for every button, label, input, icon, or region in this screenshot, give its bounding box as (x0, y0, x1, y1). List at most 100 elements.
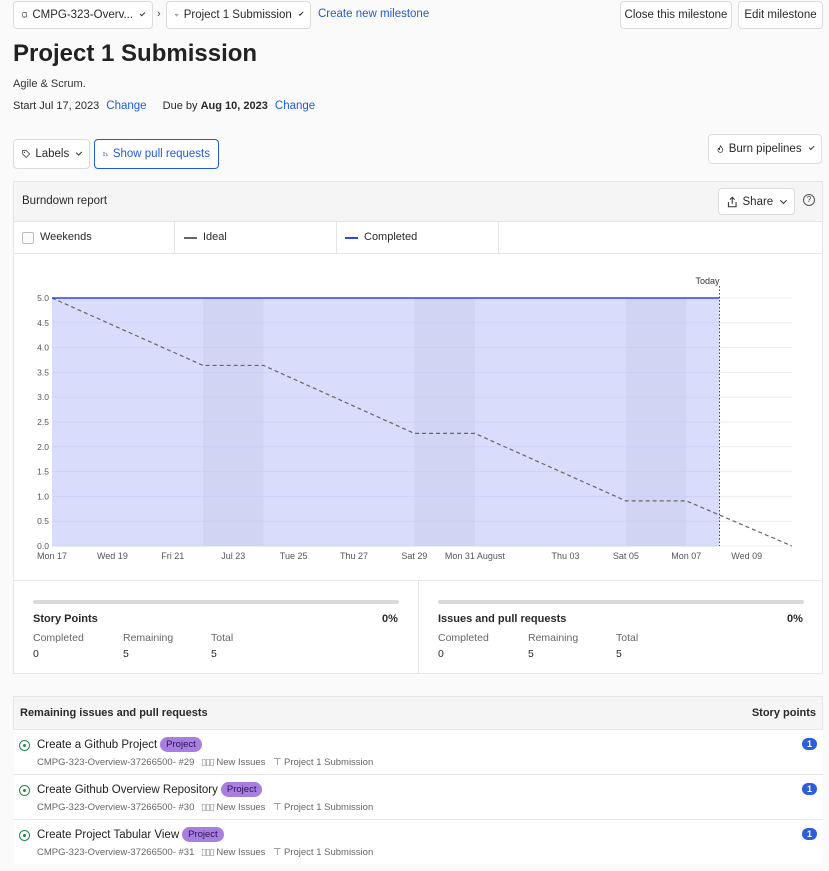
labels-button-label: Labels (35, 148, 70, 160)
show-pull-requests-button[interactable]: Show pull requests (94, 139, 219, 169)
sp-completed-value: 0 (33, 648, 39, 660)
repo-icon (22, 12, 27, 18)
labels-button[interactable]: Labels (13, 139, 90, 169)
open-issue-icon (19, 785, 30, 796)
legend-ideal[interactable]: Ideal (175, 222, 337, 253)
issue-pipeline: New Issues (216, 847, 266, 858)
burn-pipelines-button[interactable]: Burn pipelines (708, 134, 822, 164)
share-button-label: Share (742, 195, 774, 208)
issue-repo: CMPG-323-Overview-37266500- #29 (37, 757, 195, 768)
milestone-selector-label: Project 1 Submission (183, 9, 292, 21)
x-tick-label: Mon 31 August (445, 551, 506, 561)
sp-remaining-label: Remaining (123, 632, 174, 644)
chevron-down-icon (76, 149, 83, 156)
story-points-summary: Story Points 0% Completed Remaining Tota… (14, 581, 419, 673)
open-issue-icon (19, 830, 30, 841)
close-milestone-label: Close this milestone (624, 9, 728, 21)
sp-remaining-value: 5 (123, 648, 129, 660)
issue-meta: CMPG-323-Overview-37266500- #30 ▯▯▯ New … (37, 802, 373, 813)
x-tick-label: Sat 05 (613, 551, 639, 561)
issues-summary: Issues and pull requests 0% Completed Re… (419, 581, 822, 673)
chart-legend: Weekends Ideal Completed (14, 222, 822, 254)
is-completed-value: 0 (438, 648, 444, 660)
story-points-percent: 0% (382, 613, 398, 625)
issue-meta: CMPG-323-Overview-37266500- #29 ▯▯▯ New … (37, 757, 373, 768)
project-selector[interactable]: CMPG-323-Overv... (13, 1, 153, 29)
x-tick-label: Wed 09 (731, 551, 762, 561)
change-due-link[interactable]: Change (275, 100, 315, 112)
project-selector-label: CMPG-323-Overv... (32, 9, 134, 21)
label-badge: Project (220, 782, 263, 797)
milestone-description: Agile & Scrum. (13, 78, 86, 90)
x-tick-label: Thu 27 (340, 551, 368, 561)
y-tick-label: 2.0 (37, 442, 49, 452)
edit-milestone-button[interactable]: Edit milestone (738, 1, 823, 29)
help-icon[interactable]: ? (803, 194, 815, 206)
is-remaining-value: 5 (528, 648, 534, 660)
chevron-down-icon (139, 10, 146, 17)
story-points-title: Story Points (33, 613, 98, 625)
x-tick-label: Wed 19 (97, 551, 128, 561)
chevron-down-icon (808, 144, 815, 151)
list-item[interactable]: Create Project Tabular View Project CMPG-… (14, 819, 823, 864)
legend-weekends[interactable]: Weekends (14, 222, 175, 253)
issues-progress (438, 600, 804, 604)
pipeline-icon: ▯▯▯ (201, 802, 215, 813)
change-start-link[interactable]: Change (106, 100, 146, 112)
issue-milestone: Project 1 Submission (284, 757, 374, 768)
issue-milestone: Project 1 Submission (284, 802, 374, 813)
y-tick-label: 0.0 (37, 541, 49, 551)
label-badge: Project (182, 827, 224, 842)
edit-milestone-label: Edit milestone (744, 9, 817, 21)
milestone-dates: Start Jul 17, 2023 Change Due by Aug 10,… (13, 100, 315, 112)
list-item[interactable]: Create a Github Project Project CMPG-323-… (14, 729, 823, 774)
issue-title[interactable]: Create a Github Project (37, 739, 157, 751)
issue-title[interactable]: Create Github Overview Repository (37, 784, 218, 796)
burn-pipelines-label: Burn pipelines (728, 143, 802, 155)
story-points-column-header: Story points (751, 707, 816, 719)
issue-title[interactable]: Create Project Tabular View (37, 829, 179, 841)
flame-icon (717, 144, 724, 153)
show-pull-requests-label: Show pull requests (112, 148, 210, 160)
story-points-badge: 1 (802, 738, 817, 750)
legend-completed[interactable]: Completed (337, 222, 499, 253)
issue-repo: CMPG-323-Overview-37266500- #30 (37, 802, 195, 813)
list-item[interactable]: Create Github Overview Repository Project… (14, 774, 823, 819)
create-milestone-link[interactable]: Create new milestone (318, 8, 429, 20)
is-total-value: 5 (616, 648, 622, 660)
issue-title-row: Create a Github Project Project (37, 737, 202, 752)
weekends-checkbox[interactable] (22, 232, 34, 244)
sp-total-value: 5 (211, 648, 217, 660)
ideal-swatch (184, 237, 197, 239)
summary-panel: Story Points 0% Completed Remaining Tota… (13, 580, 823, 674)
story-points-badge: 1 (802, 828, 817, 840)
pipeline-icon: ▯▯▯ (201, 757, 215, 768)
milestone-selector[interactable]: Project 1 Submission (166, 1, 311, 29)
share-button[interactable]: Share (718, 188, 795, 215)
is-total-label: Total (616, 632, 639, 644)
burndown-report-title: Burndown report (22, 195, 108, 207)
story-points-badge: 1 (802, 783, 817, 795)
due-prefix: Due by (162, 100, 198, 112)
x-tick-label: Tue 25 (280, 551, 308, 561)
tag-icon (22, 150, 31, 159)
y-tick-label: 1.0 (37, 491, 49, 501)
remaining-list-header: Remaining issues and pull requests Story… (13, 696, 823, 730)
label-badge: Project (160, 737, 202, 752)
milestone-icon (175, 13, 179, 17)
x-tick-label: Thu 03 (551, 551, 579, 561)
pull-request-icon (103, 151, 108, 157)
issue-meta: CMPG-323-Overview-37266500- #31 ▯▯▯ New … (37, 847, 373, 858)
is-completed-label: Completed (438, 632, 489, 644)
issues-percent: 0% (787, 613, 803, 625)
legend-ideal-label: Ideal (203, 231, 227, 243)
start-prefix: Start (13, 100, 37, 112)
burndown-report-header: Burndown report Share ? (14, 182, 822, 222)
x-tick-label: Sat 29 (401, 551, 427, 561)
close-milestone-button[interactable]: Close this milestone (620, 1, 732, 29)
sp-completed-label: Completed (33, 632, 84, 644)
story-points-progress (33, 600, 399, 604)
share-icon (727, 195, 737, 207)
y-tick-label: 2.5 (37, 417, 49, 427)
burndown-chart: Today5.04.54.03.53.02.52.01.51.00.50.0Mo… (37, 276, 793, 561)
